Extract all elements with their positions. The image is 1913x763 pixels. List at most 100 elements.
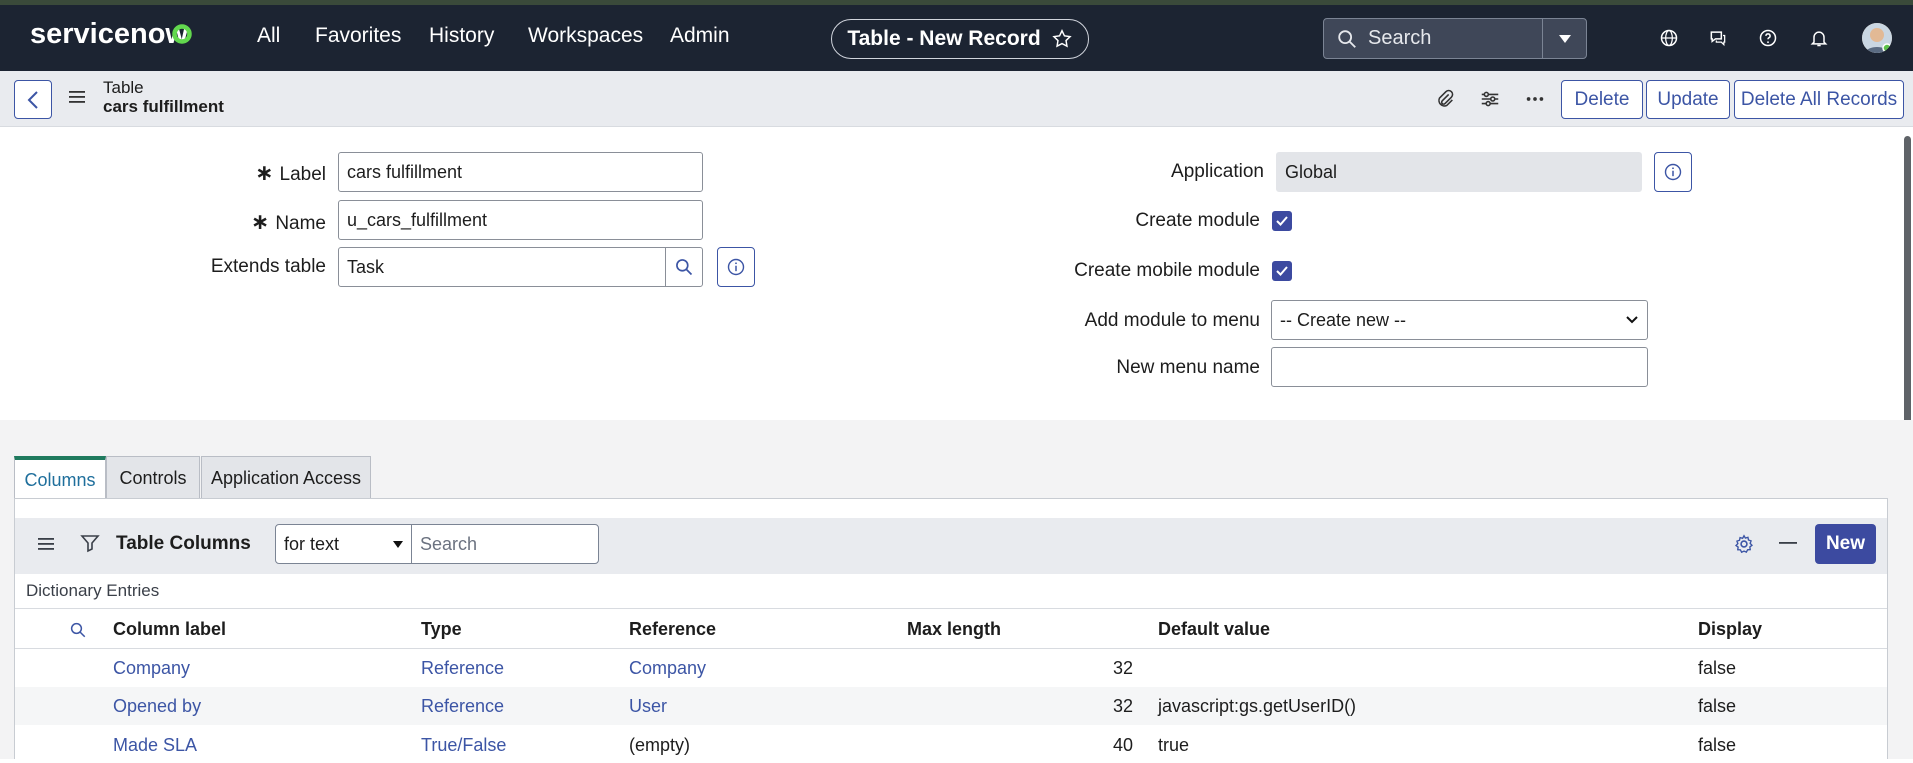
chat-icon[interactable]: [1708, 28, 1728, 48]
update-button[interactable]: Update: [1646, 80, 1730, 119]
create-module-label: Create module: [1135, 210, 1260, 231]
header-max-length[interactable]: Max length: [907, 619, 1001, 640]
name-input[interactable]: u_cars_fulfillment: [338, 200, 703, 240]
star-favorite-icon[interactable]: [1051, 28, 1073, 50]
servicenow-logo[interactable]: servicenow: [28, 14, 228, 54]
reference-lookup-button[interactable]: [665, 247, 703, 287]
record-name: cars fulfillment: [103, 97, 224, 116]
list-breadcrumb[interactable]: Dictionary Entries: [26, 581, 159, 601]
header-default-value[interactable]: Default value: [1158, 619, 1270, 640]
row-max-length: 40: [1112, 735, 1133, 755]
extends-table-label: Extends table: [210, 256, 326, 277]
create-module-checkbox[interactable]: [1272, 211, 1292, 231]
check-icon: [1276, 216, 1288, 226]
menu-select-value: -- Create new --: [1280, 309, 1407, 330]
tab-columns[interactable]: Columns: [14, 456, 106, 500]
avatar-image: [1862, 23, 1892, 53]
nav-workspaces[interactable]: Workspaces: [528, 24, 643, 48]
info-icon: [1664, 163, 1682, 181]
nav-admin[interactable]: Admin: [670, 24, 730, 48]
chevron-down-icon: [1626, 316, 1638, 324]
row-reference: (empty): [629, 735, 691, 755]
gear-icon[interactable]: [1733, 533, 1755, 555]
user-avatar[interactable]: [1862, 23, 1892, 53]
more-options-icon[interactable]: [1524, 88, 1546, 110]
search-scope-dropdown[interactable]: [1542, 19, 1586, 58]
application-readonly-value: Global: [1276, 152, 1642, 192]
caret-down-icon: [1558, 34, 1571, 43]
nav-all[interactable]: All: [257, 24, 280, 48]
add-module-to-menu-select[interactable]: -- Create new --: [1271, 300, 1648, 340]
row-default-value: javascript:gs.getUserID(): [1158, 696, 1357, 716]
row-column-label[interactable]: Made SLA: [113, 735, 197, 756]
row-default-value: true: [1158, 735, 1190, 755]
create-mobile-module-label: Create mobile module: [1074, 260, 1260, 281]
add-module-to-menu-label: Add module to menu: [1084, 310, 1260, 331]
paperclip-icon[interactable]: [1434, 88, 1456, 110]
context-menu-icon[interactable]: [69, 90, 85, 104]
list-menu-icon[interactable]: [38, 537, 54, 551]
label-field-label: ∗ Label: [200, 160, 326, 186]
create-mobile-module-checkbox[interactable]: [1272, 261, 1292, 281]
header-reference[interactable]: Reference: [629, 619, 716, 640]
row-type[interactable]: Reference: [421, 658, 504, 679]
row-max-length: 32: [1112, 658, 1133, 678]
table-row: [15, 687, 1887, 725]
list-search-field-select[interactable]: for text: [275, 524, 412, 564]
row-reference[interactable]: Company: [629, 658, 706, 679]
search-icon: [1338, 29, 1356, 48]
record-type: Table: [103, 78, 144, 97]
row-type[interactable]: True/False: [421, 735, 506, 756]
search-icon: [676, 259, 693, 276]
header-display[interactable]: Display: [1698, 619, 1762, 640]
table-row: [15, 649, 1887, 687]
global-search-input[interactable]: Search: [1368, 27, 1542, 50]
new-menu-name-input[interactable]: [1271, 347, 1648, 387]
global-search[interactable]: Search: [1323, 18, 1587, 59]
bell-icon[interactable]: [1809, 28, 1829, 48]
table-row: [15, 725, 1887, 763]
row-type[interactable]: Reference: [421, 696, 504, 717]
caret-down-icon: [393, 540, 403, 548]
row-display: false: [1698, 696, 1737, 716]
settings-sliders-icon[interactable]: [1479, 88, 1501, 110]
delete-all-records-button[interactable]: Delete All Records: [1734, 80, 1904, 119]
row-max-length: 32: [1112, 696, 1133, 716]
check-icon: [1276, 266, 1288, 276]
label-input[interactable]: cars fulfillment: [338, 152, 703, 192]
tab-controls[interactable]: Controls: [106, 456, 200, 499]
context-title-pill[interactable]: Table - New Record: [831, 19, 1089, 59]
tab-application-access[interactable]: Application Access: [201, 456, 371, 499]
extends-table-input[interactable]: Task: [338, 247, 666, 287]
name-field-label: ∗ Name: [200, 209, 326, 235]
divider: [15, 608, 1887, 609]
minimize-icon[interactable]: [1779, 540, 1797, 546]
help-icon[interactable]: [1758, 28, 1778, 48]
delete-button[interactable]: Delete: [1561, 80, 1643, 119]
application-info-button[interactable]: [1654, 152, 1692, 192]
filter-select-value: for text: [284, 533, 340, 554]
header-column-label[interactable]: Column label: [113, 619, 226, 640]
back-button[interactable]: [14, 80, 52, 119]
list-search-input[interactable]: Search: [411, 524, 599, 564]
new-menu-name-label: New menu name: [1116, 357, 1260, 378]
chevron-left-icon: [27, 90, 38, 109]
row-reference[interactable]: User: [629, 696, 667, 717]
nav-favorites[interactable]: Favorites: [315, 24, 401, 48]
row-column-label[interactable]: Company: [113, 658, 190, 679]
row-column-label[interactable]: Opened by: [113, 696, 201, 717]
new-button[interactable]: New: [1815, 524, 1876, 564]
row-display: false: [1698, 658, 1737, 678]
header-type[interactable]: Type: [421, 619, 462, 640]
column-search-icon[interactable]: [69, 621, 87, 639]
extends-info-button[interactable]: [717, 247, 755, 287]
brand-text: servicenow: [30, 18, 188, 50]
list-title: Table Columns: [116, 533, 251, 554]
context-title: Table - New Record: [847, 27, 1041, 50]
label-field-text: Label: [279, 164, 327, 185]
required-icon: ∗: [250, 209, 270, 234]
globe-icon[interactable]: [1659, 28, 1679, 48]
filter-icon[interactable]: [80, 533, 100, 553]
application-label: Application: [1171, 161, 1264, 182]
nav-history[interactable]: History: [429, 24, 494, 48]
